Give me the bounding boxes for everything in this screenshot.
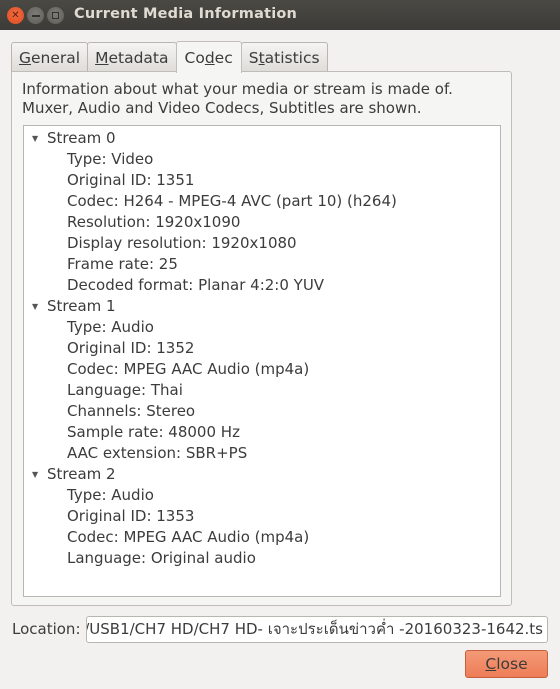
minimize-icon xyxy=(31,14,40,17)
stream-property[interactable]: Type: Video xyxy=(67,149,153,170)
stream-label: Stream 0 xyxy=(47,129,116,147)
stream-property[interactable]: Codec: MPEG AAC Audio (mp4a) xyxy=(67,527,309,548)
stream-property[interactable]: Display resolution: 1920x1080 xyxy=(67,233,297,254)
stream-property[interactable]: Frame rate: 25 xyxy=(67,254,178,275)
tab-general[interactable]: General xyxy=(11,42,89,72)
codec-description: Information about what your media or str… xyxy=(22,80,453,118)
expand-arrow-icon[interactable]: ▼ xyxy=(32,302,43,311)
stream-property[interactable]: Codec: H264 - MPEG-4 AVC (part 10) (h264… xyxy=(67,191,397,212)
maximize-icon xyxy=(52,12,59,19)
expand-arrow-icon[interactable]: ▼ xyxy=(32,470,43,479)
tab-statistics[interactable]: St atistics xyxy=(240,42,328,72)
location-field[interactable]: e/USB1/CH7 HD/CH7 HD- เจาะประเด็นข่าวค่ำ… xyxy=(86,616,548,643)
tab-mnemonic: d xyxy=(204,48,215,67)
stream-property[interactable]: Resolution: 1920x1090 xyxy=(67,212,240,233)
tab-label-rest: atistics xyxy=(264,48,320,67)
close-icon: ✕ xyxy=(11,10,20,21)
stream-property[interactable]: Type: Audio xyxy=(67,317,154,338)
location-label: Location: xyxy=(12,620,81,638)
tab-label-rest: eneral xyxy=(31,48,81,67)
stream-header[interactable]: ▼ Stream 1 xyxy=(32,296,116,317)
title-bar: ✕ Current Media Information xyxy=(0,0,560,30)
stream-property[interactable]: Channels: Stereo xyxy=(67,401,195,422)
window-title: Current Media Information xyxy=(74,6,298,22)
stream-property[interactable]: Codec: MPEG AAC Audio (mp4a) xyxy=(67,359,309,380)
tab-metadata[interactable]: Metadata xyxy=(87,42,177,72)
codec-panel: Information about what your media or str… xyxy=(11,71,512,606)
stream-header[interactable]: ▼ Stream 0 xyxy=(32,128,116,149)
minimize-window-button[interactable] xyxy=(27,7,44,24)
tab-codec[interactable]: Co d ec xyxy=(175,41,242,73)
tab-bar: General Metadata Co d ec St atistics xyxy=(11,40,328,73)
location-value: e/USB1/CH7 HD/CH7 HD- เจาะประเด็นข่าวค่ำ… xyxy=(86,620,543,638)
close-mnemonic: C xyxy=(485,655,497,673)
close-label-rest: lose xyxy=(496,655,528,673)
stream-tree[interactable]: ▼ Stream 0 Type: Video Original ID: 1351 Cod… xyxy=(23,125,501,597)
stream-property[interactable]: AAC extension: SBR+PS xyxy=(67,443,247,464)
tab-label-rest: ec xyxy=(214,48,233,67)
tab-label-rest: S xyxy=(248,48,259,67)
description-line-1: Information about what your media or str… xyxy=(22,80,453,98)
tab-label-rest: Co xyxy=(184,48,205,67)
stream-property[interactable]: Original ID: 1353 xyxy=(67,506,194,527)
stream-property[interactable]: Sample rate: 48000 Hz xyxy=(67,422,240,443)
stream-property[interactable]: Original ID: 1352 xyxy=(67,338,194,359)
close-window-button[interactable]: ✕ xyxy=(7,7,24,24)
stream-property[interactable]: Language: Original audio xyxy=(67,548,256,569)
tab-mnemonic: G xyxy=(19,48,32,67)
stream-property[interactable]: Language: Thai xyxy=(67,380,183,401)
stream-label: Stream 1 xyxy=(47,297,116,315)
stream-property[interactable]: Type: Audio xyxy=(67,485,154,506)
description-line-2: Muxer, Audio and Video Codecs, Subtitles… xyxy=(22,99,422,117)
expand-arrow-icon[interactable]: ▼ xyxy=(32,134,43,143)
stream-property[interactable]: Decoded format: Planar 4:2:0 YUV xyxy=(67,275,324,296)
tab-mnemonic: M xyxy=(95,48,109,67)
tab-label-rest: etadata xyxy=(108,48,169,67)
close-button[interactable]: Close xyxy=(465,650,548,678)
stream-label: Stream 2 xyxy=(47,465,116,483)
maximize-window-button[interactable] xyxy=(47,7,64,24)
stream-property[interactable]: Original ID: 1351 xyxy=(67,170,194,191)
stream-header[interactable]: ▼ Stream 2 xyxy=(32,464,116,485)
